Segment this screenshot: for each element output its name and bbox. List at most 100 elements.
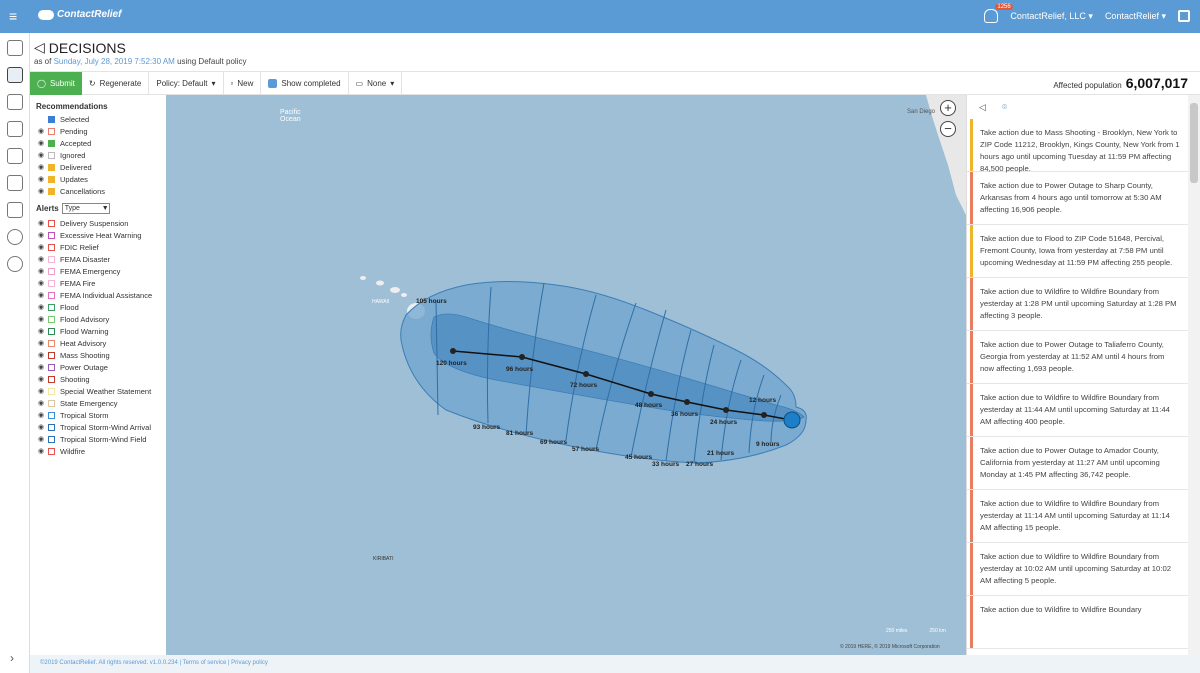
alert-legend-item[interactable]: ◉ Tropical Storm-Wind Field bbox=[30, 433, 166, 445]
map-view[interactable]: Pacific Ocean HAWAII San Diego KIRIBATI 1… bbox=[166, 95, 966, 655]
date-link[interactable]: Sunday, July 28, 2019 7:52:30 AM bbox=[54, 57, 175, 66]
feed-item[interactable]: Take action due to Power Outage to Sharp… bbox=[967, 172, 1188, 225]
submit-button[interactable]: ◯ Submit bbox=[30, 71, 82, 95]
org-menu[interactable]: ContactRelief, LLC ▾ bbox=[1010, 11, 1093, 22]
map-canvas[interactable] bbox=[166, 95, 966, 655]
recommendation-legend-item[interactable]: ◉ Pending bbox=[30, 125, 166, 137]
eye-icon[interactable]: ◉ bbox=[38, 351, 47, 359]
alert-legend-item[interactable]: ◉ Mass Shooting bbox=[30, 349, 166, 361]
feed-scrollbar[interactable] bbox=[1188, 95, 1200, 655]
feed-item[interactable]: Take action due to Wildfire to Wildfire … bbox=[967, 543, 1188, 596]
eye-icon[interactable]: ◉ bbox=[38, 291, 47, 299]
eye-icon[interactable]: ◉ bbox=[38, 315, 47, 323]
eye-icon[interactable]: ◉ bbox=[38, 127, 47, 135]
feed-item[interactable]: Take action due to Power Outage to Amado… bbox=[967, 437, 1188, 490]
feed-item[interactable]: Take action due to Wildfire to Wildfire … bbox=[967, 384, 1188, 437]
alert-legend-item[interactable]: ◉ Excessive Heat Warning bbox=[30, 229, 166, 241]
eye-icon[interactable]: ◉ bbox=[38, 423, 47, 431]
recommendation-legend-item[interactable]: ◉ Ignored bbox=[30, 149, 166, 161]
status-bar bbox=[970, 384, 973, 436]
eye-icon[interactable]: ◉ bbox=[38, 187, 47, 195]
recommendation-legend-item[interactable]: ◉ Accepted bbox=[30, 137, 166, 149]
nav-link-icon[interactable] bbox=[7, 121, 23, 137]
policy-dropdown[interactable]: Policy: Default ▾ bbox=[149, 71, 224, 95]
alert-legend-item[interactable]: ◉ FEMA Disaster bbox=[30, 253, 166, 265]
eye-icon[interactable]: ◉ bbox=[38, 375, 47, 383]
alert-legend-item[interactable]: ◉ Flood Warning bbox=[30, 325, 166, 337]
alert-legend-item[interactable]: ◉ Tropical Storm bbox=[30, 409, 166, 421]
eye-icon[interactable]: ◉ bbox=[38, 303, 47, 311]
scrollbar-thumb[interactable] bbox=[1190, 103, 1198, 183]
expand-nav-chevron-icon[interactable]: › bbox=[10, 651, 14, 665]
nav-help-icon[interactable] bbox=[7, 229, 23, 245]
hamburger-menu-icon[interactable]: ≡ bbox=[9, 9, 21, 23]
alert-legend-item[interactable]: ◉ FEMA Emergency bbox=[30, 265, 166, 277]
alerts-type-select[interactable]: Type ▼ bbox=[61, 203, 110, 214]
color-swatch bbox=[48, 435, 55, 443]
alert-label: FDIC Relief bbox=[60, 242, 99, 252]
alert-legend-item[interactable]: ◉ Power Outage bbox=[30, 361, 166, 373]
eye-icon[interactable]: ◉ bbox=[38, 447, 47, 455]
alert-legend-item[interactable]: ◉ FEMA Individual Assistance bbox=[30, 289, 166, 301]
tab-location-pin-icon[interactable]: ⌾ bbox=[1002, 102, 1007, 113]
eye-icon[interactable]: ◉ bbox=[38, 255, 47, 263]
eye-icon[interactable]: ◉ bbox=[38, 339, 47, 347]
recommendation-legend-item[interactable]: ◉ Cancellations bbox=[30, 185, 166, 197]
top-bar: ≡ ContactRelief 1256 ContactRelief, LLC … bbox=[0, 0, 1200, 33]
alert-legend-item[interactable]: ◉ Tropical Storm-Wind Arrival bbox=[30, 421, 166, 433]
alert-legend-item[interactable]: ◉ Wildfire bbox=[30, 445, 166, 457]
recommendation-legend-item[interactable]: ◉ Updates bbox=[30, 173, 166, 185]
notifications-bell-icon[interactable]: 1256 bbox=[984, 4, 1013, 23]
nav-building-icon[interactable] bbox=[7, 148, 23, 164]
alert-legend-item[interactable]: ◉ Special Weather Statement bbox=[30, 385, 166, 397]
feed-item[interactable]: Take action due to Wildfire to Wildfire … bbox=[967, 596, 1188, 649]
nav-decisions-megaphone-icon[interactable] bbox=[7, 67, 23, 83]
eye-icon[interactable]: ◉ bbox=[38, 231, 47, 239]
feed-item[interactable]: Take action due to Wildfire to Wildfire … bbox=[967, 490, 1188, 543]
alert-label: Delivery Suspension bbox=[60, 218, 129, 228]
recommendation-legend-item[interactable]: Selected bbox=[30, 113, 166, 125]
alert-legend-item[interactable]: ◉ FDIC Relief bbox=[30, 241, 166, 253]
alert-legend-item[interactable]: ◉ FEMA Fire bbox=[30, 277, 166, 289]
alert-legend-item[interactable]: ◉ Heat Advisory bbox=[30, 337, 166, 349]
nav-chat-icon[interactable] bbox=[7, 256, 23, 272]
user-menu[interactable]: ContactRelief ▾ bbox=[1105, 11, 1166, 22]
tab-decisions-megaphone-icon[interactable]: ◁ bbox=[979, 102, 986, 113]
show-completed-toggle[interactable]: Show completed bbox=[261, 71, 349, 95]
zoom-out-button[interactable]: − bbox=[940, 121, 956, 137]
eye-icon[interactable]: ◉ bbox=[38, 151, 47, 159]
feed-item[interactable]: Take action due to Power Outage to Talia… bbox=[967, 331, 1188, 384]
eye-icon[interactable]: ◉ bbox=[38, 327, 47, 335]
eye-icon[interactable]: ◉ bbox=[38, 435, 47, 443]
recommendation-legend-item[interactable]: ◉ Delivered bbox=[30, 161, 166, 173]
regenerate-button[interactable]: ↻ Regenerate bbox=[82, 71, 150, 95]
alert-legend-item[interactable]: ◉ Shooting bbox=[30, 373, 166, 385]
feed-item[interactable]: Take action due to Flood to ZIP Code 516… bbox=[967, 225, 1188, 278]
eye-icon[interactable]: ◉ bbox=[38, 243, 47, 251]
eye-icon[interactable]: ◉ bbox=[38, 279, 47, 287]
fullscreen-icon[interactable] bbox=[1178, 10, 1190, 22]
alert-legend-item[interactable]: ◉ Flood Advisory bbox=[30, 313, 166, 325]
new-button[interactable]: ▫ New bbox=[224, 71, 262, 95]
none-dropdown[interactable]: ▭ None ▾ bbox=[349, 71, 403, 95]
alert-legend-item[interactable]: ◉ Delivery Suspension bbox=[30, 217, 166, 229]
feed-item[interactable]: Take action due to Wildfire to Wildfire … bbox=[967, 278, 1188, 331]
feed-item[interactable]: Take action due to Mass Shooting - Brook… bbox=[967, 119, 1188, 173]
eye-icon[interactable]: ◉ bbox=[38, 399, 47, 407]
alert-legend-item[interactable]: ◉ Flood bbox=[30, 301, 166, 313]
zoom-in-button[interactable]: + bbox=[940, 100, 956, 116]
eye-icon[interactable]: ◉ bbox=[38, 139, 47, 147]
alert-legend-item[interactable]: ◉ State Emergency bbox=[30, 397, 166, 409]
nav-alerts-icon[interactable] bbox=[7, 175, 23, 191]
eye-icon[interactable]: ◉ bbox=[38, 363, 47, 371]
eye-icon[interactable]: ◉ bbox=[38, 175, 47, 183]
nav-settings-sliders-icon[interactable] bbox=[7, 202, 23, 218]
eye-icon[interactable]: ◉ bbox=[38, 163, 47, 171]
eye-icon[interactable]: ◉ bbox=[38, 267, 47, 275]
eye-icon[interactable]: ◉ bbox=[38, 387, 47, 395]
nav-contacts-icon[interactable] bbox=[7, 94, 23, 110]
eye-icon[interactable]: ◉ bbox=[38, 219, 47, 227]
nav-dashboard-icon[interactable] bbox=[7, 40, 23, 56]
brand-logo[interactable]: ContactRelief bbox=[38, 9, 121, 20]
eye-icon[interactable]: ◉ bbox=[38, 411, 47, 419]
